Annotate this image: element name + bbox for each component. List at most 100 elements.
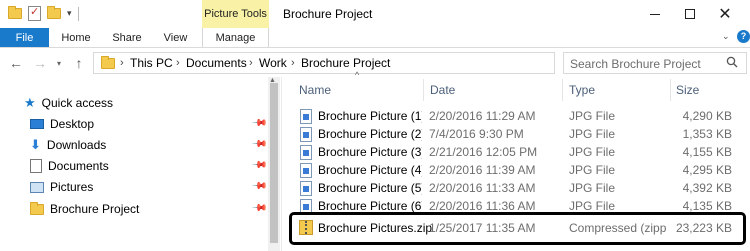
quick-access-toolbar: ▾ bbox=[8, 5, 79, 21]
nav-item-brochure-project[interactable]: Brochure Project bbox=[30, 199, 139, 219]
pin-icon: 📌 bbox=[250, 200, 268, 217]
breadcrumb-separator-icon[interactable]: › bbox=[249, 57, 253, 69]
documents-icon bbox=[30, 159, 42, 173]
maximize-button[interactable] bbox=[675, 3, 705, 25]
file-row[interactable]: Brochure Picture (4).... 2/20/2016 11:39… bbox=[282, 161, 750, 180]
column-divider[interactable] bbox=[423, 79, 424, 101]
folder-icon bbox=[101, 56, 115, 69]
tab-manage[interactable]: Manage bbox=[202, 28, 269, 48]
column-divider[interactable] bbox=[670, 79, 671, 101]
file-size: 4,155 KB bbox=[682, 145, 732, 159]
file-size: 4,392 KB bbox=[682, 181, 732, 195]
nav-item-pictures[interactable]: Pictures bbox=[30, 177, 93, 197]
file-size: 4,135 KB bbox=[682, 199, 732, 213]
close-button[interactable]: ✕ bbox=[710, 3, 740, 25]
download-arrow-icon: ⬇ bbox=[30, 137, 41, 152]
file-size: 1,353 KB bbox=[682, 127, 732, 141]
jpg-file-icon bbox=[300, 109, 312, 124]
folder-icon[interactable] bbox=[8, 6, 22, 19]
file-size: 4,290 KB bbox=[682, 109, 732, 123]
customize-toolbar-dropdown-icon[interactable]: ▾ bbox=[67, 8, 72, 19]
column-header-name[interactable]: Name bbox=[299, 83, 331, 97]
column-header-row: Name Date Type Size bbox=[282, 77, 750, 103]
scroll-up-arrow-icon[interactable]: ▲ bbox=[269, 77, 276, 84]
breadcrumb-documents[interactable]: Documents bbox=[186, 56, 247, 70]
nav-pane-scrollbar[interactable] bbox=[268, 77, 280, 251]
file-date: 2/20/2016 11:39 AM bbox=[429, 163, 536, 177]
file-name: Brochure Picture (2).... bbox=[318, 127, 422, 141]
ribbon-divider bbox=[0, 47, 750, 48]
file-row[interactable]: Brochure Picture (5).... 2/20/2016 11:33… bbox=[282, 179, 750, 198]
address-bar[interactable]: › This PC › Documents › Work › Brochure … bbox=[93, 52, 637, 74]
tab-file[interactable]: File bbox=[0, 28, 49, 48]
nav-item-documents[interactable]: Documents bbox=[30, 156, 109, 176]
expand-ribbon-chevron-icon[interactable]: ⌄ bbox=[722, 31, 730, 42]
ribbon-tabs: File Home Share View Manage bbox=[0, 28, 750, 48]
file-name: Brochure Picture (3).... bbox=[318, 145, 422, 159]
scrollbar-thumb[interactable] bbox=[270, 83, 278, 243]
desktop-icon bbox=[30, 119, 44, 129]
file-type: JPG File bbox=[569, 163, 616, 177]
help-icon[interactable]: ? bbox=[737, 30, 750, 43]
file-name: Brochure Picture (6).... bbox=[318, 199, 422, 213]
search-icon[interactable] bbox=[726, 56, 738, 68]
up-arrow-icon[interactable]: ↑ bbox=[71, 54, 87, 72]
jpg-file-icon bbox=[300, 127, 312, 142]
pin-icon: 📌 bbox=[250, 157, 268, 174]
column-header-type[interactable]: Type bbox=[569, 83, 595, 97]
jpg-file-icon bbox=[300, 163, 312, 178]
nav-item-label: Brochure Project bbox=[50, 202, 140, 216]
file-name: Brochure Picture (5).... bbox=[318, 181, 422, 195]
breadcrumb-work[interactable]: Work bbox=[259, 56, 287, 70]
file-type: JPG File bbox=[569, 181, 616, 195]
file-name: Brochure Picture (1).... bbox=[318, 109, 422, 123]
file-row[interactable]: Brochure Picture (2).... 7/4/2016 9:30 P… bbox=[282, 125, 750, 144]
jpg-file-icon bbox=[300, 145, 312, 160]
pin-icon: 📌 bbox=[250, 136, 268, 153]
nav-item-label: Desktop bbox=[50, 117, 95, 131]
breadcrumb-separator-icon[interactable]: › bbox=[176, 57, 180, 69]
minimize-button[interactable] bbox=[640, 3, 670, 25]
nav-item-downloads[interactable]: ⬇ Downloads bbox=[30, 135, 106, 155]
file-date: 2/20/2016 11:36 AM bbox=[429, 199, 536, 213]
navigation-bar: ← → ▾ ↑ › This PC › Documents › Work › B… bbox=[0, 49, 750, 77]
folder-icon bbox=[30, 201, 44, 215]
new-folder-icon[interactable] bbox=[47, 6, 61, 19]
file-row[interactable]: Brochure Picture (3).... 2/21/2016 12:05… bbox=[282, 143, 750, 162]
star-icon: ★ bbox=[24, 95, 36, 110]
column-divider[interactable] bbox=[562, 79, 563, 101]
title-bar: ▾ Picture Tools Brochure Project ✕ bbox=[0, 0, 750, 28]
search-input[interactable] bbox=[570, 56, 720, 71]
column-header-date[interactable]: Date bbox=[430, 83, 455, 97]
pictures-icon bbox=[30, 181, 44, 193]
file-type: JPG File bbox=[569, 199, 616, 213]
column-header-size[interactable]: Size bbox=[676, 83, 699, 97]
forward-arrow-icon[interactable]: → bbox=[32, 54, 48, 72]
search-box[interactable] bbox=[563, 52, 747, 74]
jpg-file-icon bbox=[300, 181, 312, 196]
pin-icon: 📌 bbox=[250, 115, 268, 132]
file-row[interactable]: Brochure Picture (1).... 2/20/2016 11:29… bbox=[282, 107, 750, 126]
file-date: 2/20/2016 11:33 AM bbox=[429, 181, 536, 195]
breadcrumb-separator-icon[interactable]: › bbox=[120, 57, 124, 69]
tab-home[interactable]: Home bbox=[51, 28, 101, 48]
pin-icon: 📌 bbox=[250, 178, 268, 195]
nav-item-quick-access[interactable]: ★ Quick access bbox=[24, 93, 113, 113]
file-type: JPG File bbox=[569, 127, 616, 141]
window-title: Brochure Project bbox=[283, 7, 373, 21]
highlight-callout-box bbox=[289, 212, 746, 245]
breadcrumb-this-pc[interactable]: This PC bbox=[130, 56, 173, 70]
tab-share[interactable]: Share bbox=[101, 28, 153, 48]
back-arrow-icon[interactable]: ← bbox=[8, 54, 24, 72]
maximize-icon bbox=[685, 9, 695, 19]
file-date: 7/4/2016 9:30 PM bbox=[429, 127, 524, 141]
file-type: JPG File bbox=[569, 145, 616, 159]
recent-locations-chevron-icon[interactable]: ▾ bbox=[54, 54, 64, 72]
toolbar-separator bbox=[77, 6, 79, 21]
breadcrumb-separator-icon[interactable]: › bbox=[291, 57, 295, 69]
breadcrumb-brochure-project[interactable]: Brochure Project bbox=[301, 56, 390, 70]
nav-item-desktop[interactable]: Desktop bbox=[30, 114, 94, 134]
nav-item-label: Pictures bbox=[50, 180, 94, 194]
properties-icon[interactable] bbox=[28, 5, 41, 21]
tab-view[interactable]: View bbox=[153, 28, 198, 48]
